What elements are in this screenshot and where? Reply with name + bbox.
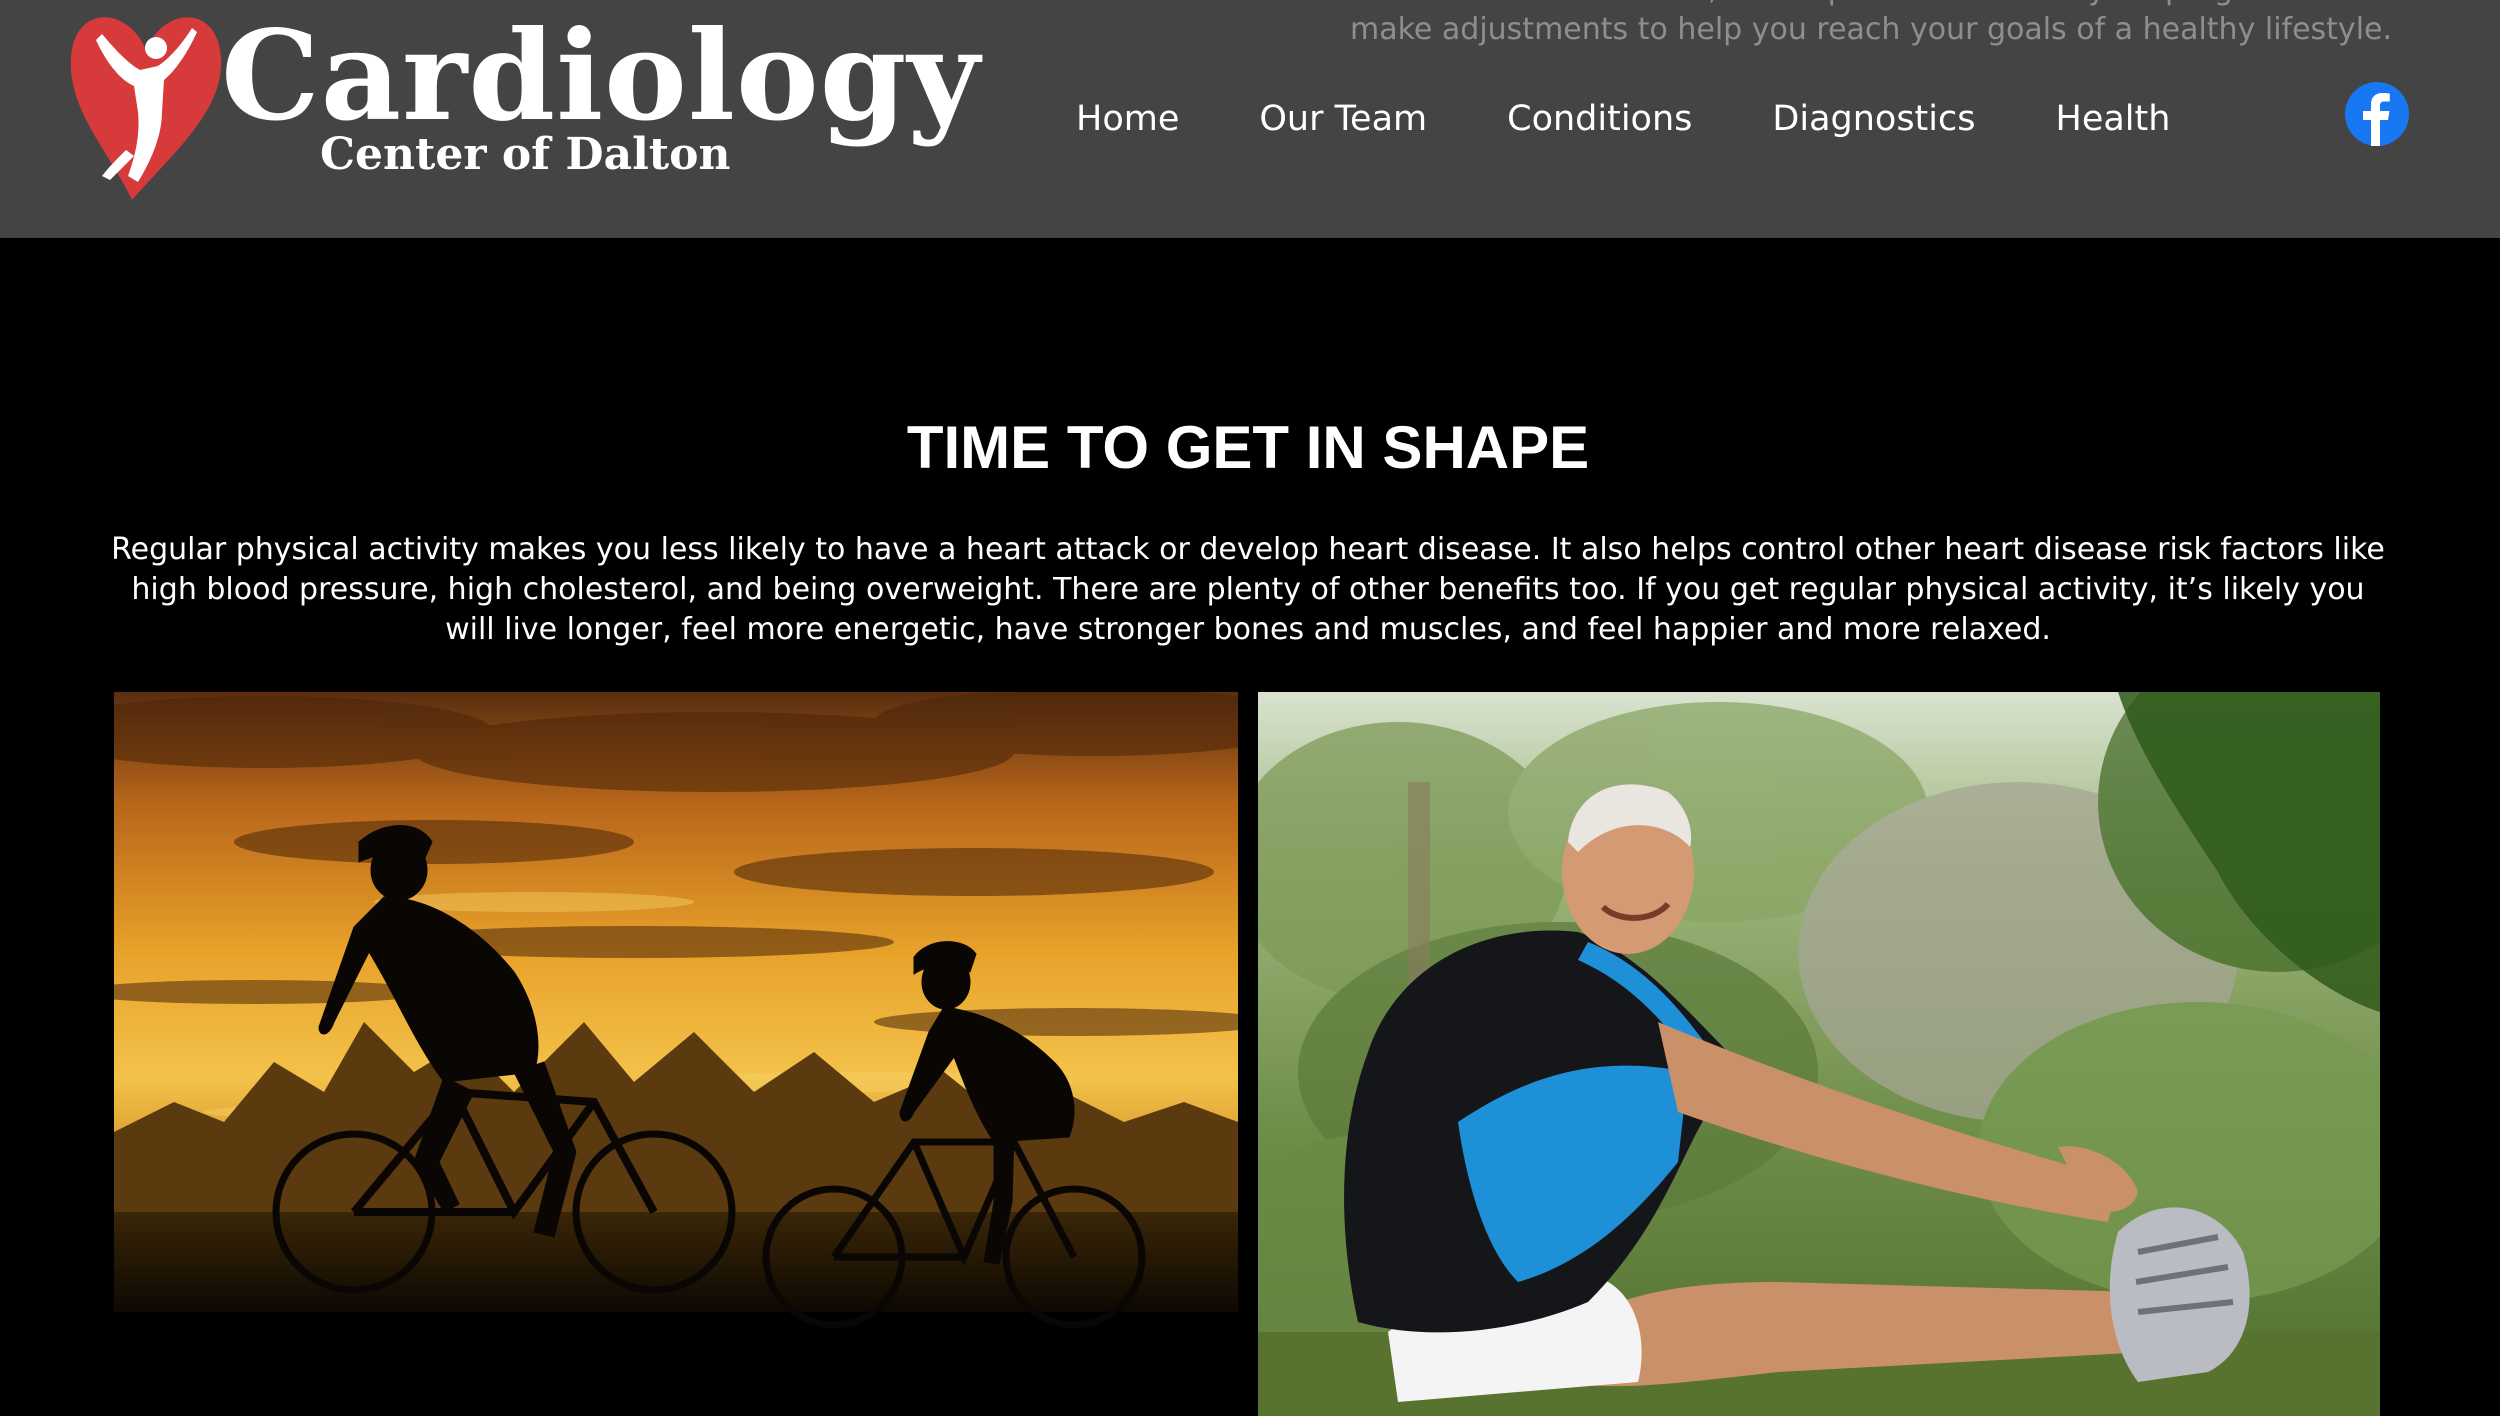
logo-title: Cardiology bbox=[221, 4, 981, 149]
main-nav: Home Our Team Conditions Diagnostics Hea… bbox=[1076, 92, 2170, 146]
nav-conditions[interactable]: Conditions bbox=[1507, 92, 1692, 146]
intro-paragraph: Regular physical activity makes you less… bbox=[111, 532, 2385, 647]
page: increase. Once a month, it is important … bbox=[0, 0, 2500, 1416]
background-scrolled-text: increase. Once a month, it is important … bbox=[1350, 0, 2393, 47]
nav-our-team[interactable]: Our Team bbox=[1259, 92, 1427, 146]
heart-logo-icon bbox=[70, 17, 222, 200]
nav-home[interactable]: Home bbox=[1076, 92, 1179, 146]
nav-health[interactable]: Health bbox=[2056, 92, 2171, 146]
man-stretching-image bbox=[1258, 692, 2380, 1416]
site-header: increase. Once a month, it is important … bbox=[0, 0, 2500, 238]
facebook-icon[interactable] bbox=[2345, 82, 2409, 146]
nav-diagnostics[interactable]: Diagnostics bbox=[1772, 92, 1975, 146]
logo-subtitle: Center of Dalton bbox=[320, 129, 731, 180]
section-title: TIME TO GET IN SHAPE bbox=[906, 414, 1590, 481]
site-logo[interactable]: Cardiology Center of Dalton bbox=[66, 0, 979, 205]
cyclists-sunset-image bbox=[114, 692, 1238, 1416]
